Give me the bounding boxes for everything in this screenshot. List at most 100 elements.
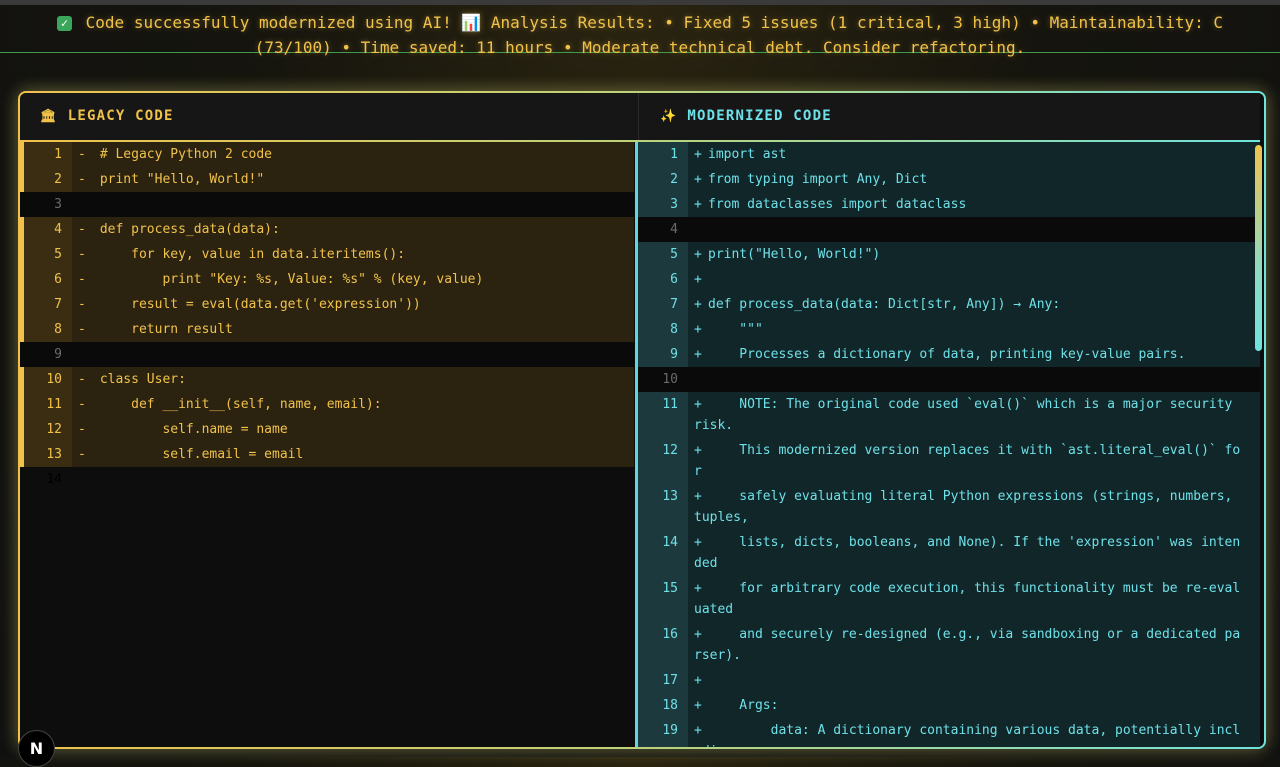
line-content: + for arbitrary code execution, this fun… [688, 576, 1260, 622]
line-content: - print "Hello, World!" [72, 167, 634, 192]
diff-marker: + [694, 723, 702, 738]
line-content: + print("Hello, World!") [688, 242, 1260, 267]
line-content: - print "Key: %s, Value: %s" % (key, val… [72, 267, 634, 292]
diff-marker: + [694, 297, 702, 312]
line-content: + NOTE: The original code used `eval()` … [688, 392, 1260, 438]
line-content [72, 467, 634, 492]
code-text: import ast [708, 147, 787, 162]
diff-marker: + [694, 147, 702, 162]
line-content: - self.email = email [72, 442, 634, 467]
line-content: + safely evaluating literal Python expre… [688, 484, 1260, 530]
panel-headers: 🏛 LEGACY CODE ✨ MODERNIZED CODE [20, 93, 1260, 140]
code-line: 10- class User: [20, 367, 634, 392]
diff-marker: - [78, 222, 86, 237]
diff-marker: + [694, 535, 702, 550]
line-number: 10 [662, 372, 678, 387]
line-number: 4 [20, 217, 72, 242]
code-line: 12 + This modernized version replaces it … [638, 438, 1260, 484]
line-number: 5 [20, 242, 72, 267]
code-line: 2 + from typing import Any, Dict [638, 167, 1260, 192]
code-line: 11- def __init__(self, name, email): [20, 392, 634, 417]
line-content: + [688, 668, 1260, 693]
checkmark-icon: ✓ [57, 16, 73, 31]
line-content: + lists, dicts, booleans, and None). If … [688, 530, 1260, 576]
code-text: self.email = email [92, 447, 304, 462]
legacy-code-pane[interactable]: 1- # Legacy Python 2 code 2- print "Hello… [20, 142, 634, 747]
line-content: + and securely re-designed (e.g., via sa… [688, 622, 1260, 668]
line-number: 13 [20, 442, 72, 467]
modernized-code-pane[interactable]: 1 + import ast 2 + from typing import Any, Di… [635, 142, 1260, 747]
code-line: 1 + import ast [638, 142, 1260, 167]
diff-marker: + [694, 698, 702, 713]
code-text: def __init__(self, name, email): [92, 397, 382, 412]
diff-marker: + [694, 322, 702, 337]
line-number: 7 [20, 292, 72, 317]
code-text: print "Hello, World!" [92, 172, 265, 187]
line-content [72, 192, 634, 217]
line-content: + [688, 267, 1260, 292]
code-text: return result [92, 322, 233, 337]
code-text: self.name = name [92, 422, 288, 437]
code-text: lists, dicts, booleans, and None). If th… [694, 535, 1241, 571]
line-content: + data: A dictionary containing various … [688, 718, 1260, 747]
banner-text: Code successfully modernized using AI! 📊… [85, 13, 1223, 57]
diff-marker: - [78, 147, 86, 162]
line-number: 14 [46, 472, 62, 487]
line-content: - self.name = name [72, 417, 634, 442]
diff-marker: + [694, 172, 702, 187]
line-content: - return result [72, 317, 634, 342]
code-text: This modernized version replaces it with… [694, 443, 1241, 479]
next-logo-badge[interactable]: N [18, 730, 55, 767]
diff-marker: - [78, 297, 86, 312]
line-number: 10 [20, 367, 72, 392]
modernized-code-title: MODERNIZED CODE [687, 108, 832, 124]
diff-marker: - [78, 397, 86, 412]
code-text: Processes a dictionary of data, printing… [708, 347, 1186, 362]
code-line: 14 + lists, dicts, booleans, and None). I… [638, 530, 1260, 576]
code-line: 17 + [638, 668, 1260, 693]
code-text: print("Hello, World!") [708, 247, 881, 262]
code-line: 13- self.email = email [20, 442, 634, 467]
code-line: 4 [638, 217, 1260, 242]
code-text: class User: [92, 372, 186, 387]
line-number: 18 [638, 693, 688, 718]
line-number: 5 [638, 242, 688, 267]
code-line: 6- print "Key: %s, Value: %s" % (key, va… [20, 267, 634, 292]
diff-marker: + [694, 443, 702, 458]
line-number: 3 [638, 192, 688, 217]
scrollbar-thumb[interactable] [1255, 145, 1262, 351]
code-text: # Legacy Python 2 code [92, 147, 273, 162]
code-line: 4- def process_data(data): [20, 217, 634, 242]
code-text: result = eval(data.get('expression')) [92, 297, 421, 312]
line-content: + Args: [688, 693, 1260, 718]
code-line: 3 [20, 192, 634, 217]
line-content: - for key, value in data.iteritems(): [72, 242, 634, 267]
line-content: + from typing import Any, Dict [688, 167, 1260, 192]
line-number: 11 [638, 392, 688, 438]
code-line: 9 [20, 342, 634, 367]
code-line: 13 + safely evaluating literal Python exp… [638, 484, 1260, 530]
line-content: - class User: [72, 367, 634, 392]
line-number: 2 [20, 167, 72, 192]
code-text: data: A dictionary containing various da… [694, 723, 1241, 747]
code-line: 9 + Processes a dictionary of data, print… [638, 342, 1260, 367]
modernized-code-header: ✨ MODERNIZED CODE [660, 93, 832, 140]
diff-marker: - [78, 422, 86, 437]
line-number: 1 [20, 142, 72, 167]
line-number: 8 [20, 317, 72, 342]
code-text: for key, value in data.iteritems(): [92, 247, 406, 262]
code-line: 1- # Legacy Python 2 code [20, 142, 634, 167]
line-content: + """ [688, 317, 1260, 342]
success-banner: ✓ Code successfully modernized using AI!… [0, 5, 1280, 57]
diff-marker: - [78, 447, 86, 462]
diff-marker: - [78, 247, 86, 262]
line-number: 8 [638, 317, 688, 342]
diff-marker: + [694, 247, 702, 262]
code-text: and securely re-designed (e.g., via sand… [694, 627, 1241, 663]
code-line: 12- self.name = name [20, 417, 634, 442]
code-text: print "Key: %s, Value: %s" % (key, value… [92, 272, 484, 287]
line-number: 6 [20, 267, 72, 292]
line-content [688, 367, 1260, 392]
code-text: """ [708, 322, 763, 337]
code-line: 7- result = eval(data.get('expression')) [20, 292, 634, 317]
